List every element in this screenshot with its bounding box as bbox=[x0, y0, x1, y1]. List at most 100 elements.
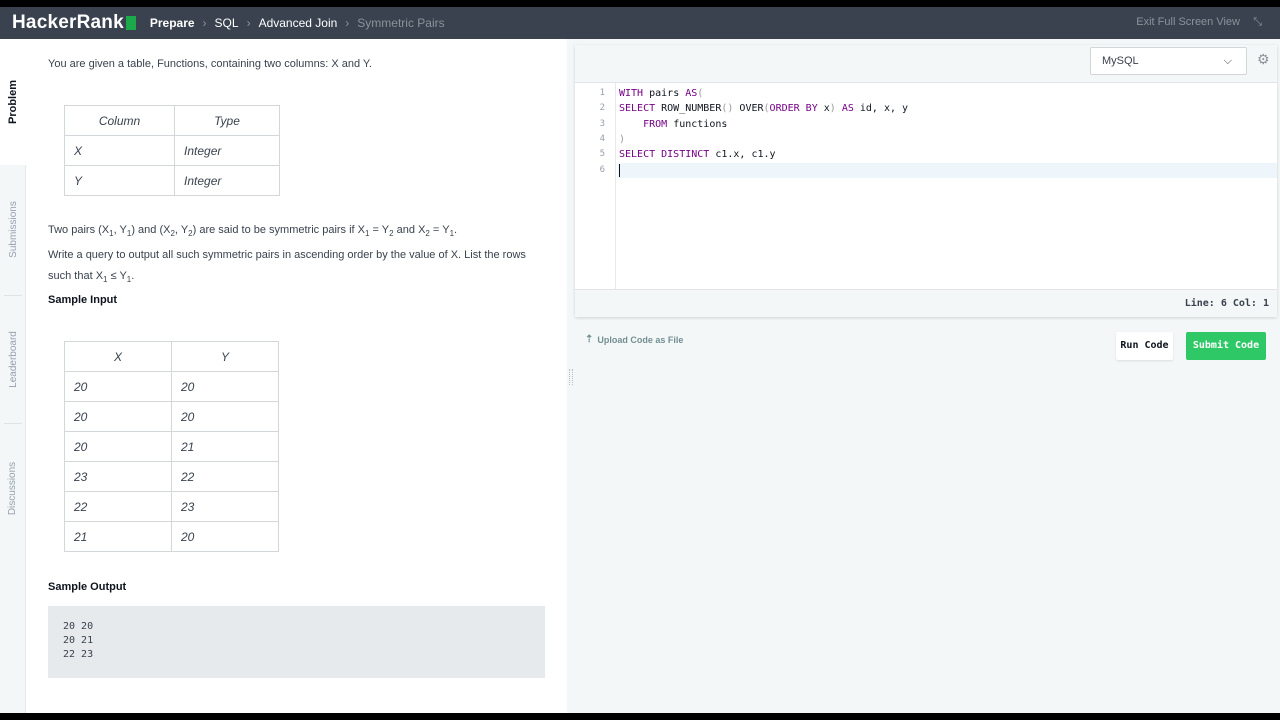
text-cursor bbox=[619, 163, 620, 177]
table-cell: 20 bbox=[171, 371, 279, 402]
submit-code-button[interactable]: Submit Code bbox=[1186, 332, 1266, 360]
cursor-position-status: Line: 6 Col: 1 bbox=[575, 289, 1277, 317]
text: , Y bbox=[174, 224, 189, 236]
table-cell: 22 bbox=[171, 461, 279, 492]
problem-intro: You are given a table, Functions, contai… bbox=[48, 58, 372, 70]
table-row: 20 20 bbox=[64, 371, 279, 402]
line-number: 2 bbox=[599, 103, 605, 113]
panel-splitter[interactable] bbox=[567, 39, 575, 713]
table-row: 22 23 bbox=[64, 491, 279, 522]
table-cell: 20 bbox=[64, 431, 172, 462]
chevron-right-icon: › bbox=[202, 16, 207, 30]
brand-name: HackerRank bbox=[12, 12, 124, 33]
problem-panel: Problem Submissions Leaderboard Discussi… bbox=[0, 39, 567, 713]
text: ≤ Y bbox=[107, 270, 127, 282]
line-number: 1 bbox=[599, 88, 605, 98]
line-number: 6 bbox=[599, 165, 605, 175]
table-cell: 21 bbox=[64, 521, 172, 552]
line-number: 3 bbox=[599, 119, 605, 129]
type-header: Type bbox=[174, 105, 280, 136]
tab-leaderboard[interactable]: Leaderboard bbox=[0, 295, 26, 423]
sample-output-heading: Sample Output bbox=[48, 581, 127, 593]
table-cell: 20 bbox=[171, 521, 279, 552]
table-header-row: X Y bbox=[64, 341, 279, 372]
text: = Y bbox=[429, 224, 450, 236]
table-cell: 20 bbox=[64, 371, 172, 402]
tab-discussions[interactable]: Discussions bbox=[0, 423, 26, 553]
symmetric-definition: Two pairs (X1, Y1) and (X2, Y2) are said… bbox=[48, 220, 457, 244]
output-line: 20 20 bbox=[63, 621, 94, 632]
code-line[interactable]: WITH pairs AS( bbox=[618, 86, 1277, 101]
code-line[interactable]: ) bbox=[618, 132, 1277, 147]
breadcrumb-sql[interactable]: SQL bbox=[215, 16, 239, 30]
table-row: Y Integer bbox=[64, 165, 280, 196]
text: , Y bbox=[113, 224, 127, 236]
text: Two pairs (X bbox=[48, 224, 110, 236]
column-header: Column bbox=[64, 105, 175, 136]
breadcrumb-advanced-join[interactable]: Advanced Join bbox=[259, 16, 338, 30]
table-cell: Integer bbox=[174, 135, 280, 166]
table-row: 20 21 bbox=[64, 431, 279, 462]
text: . bbox=[454, 224, 458, 236]
exit-fullscreen-button[interactable]: Exit Full Screen View bbox=[1136, 16, 1240, 28]
table-cell: 23 bbox=[64, 461, 172, 492]
table-row: 21 20 bbox=[64, 521, 279, 552]
table-cell: 20 bbox=[64, 401, 172, 432]
breadcrumb-current: Symmetric Pairs bbox=[357, 16, 445, 30]
table-header-row: Column Type bbox=[64, 105, 280, 136]
code-line[interactable]: SELECT DISTINCT c1.x, c1.y bbox=[618, 147, 1277, 162]
table-cell: 20 bbox=[171, 401, 279, 432]
vertical-tabs: Problem Submissions Leaderboard Discussi… bbox=[0, 39, 26, 713]
breadcrumb: Prepare › SQL › Advanced Join › Symmetri… bbox=[150, 16, 445, 30]
schema-table: Column Type X Integer Y Integer bbox=[64, 105, 280, 196]
tab-problem[interactable]: Problem bbox=[0, 39, 26, 165]
table-cell: 23 bbox=[171, 491, 279, 522]
table-cell: 21 bbox=[171, 431, 279, 462]
task-constraint: such that X1 ≤ Y1. bbox=[48, 266, 134, 290]
language-select[interactable]: MySQL ⌵ bbox=[1090, 47, 1247, 75]
table-row: 20 20 bbox=[64, 401, 279, 432]
code-line-active[interactable] bbox=[618, 163, 1277, 178]
editor-panel: MySQL ⌵ ⚙ 1 2 3 4 5 6 WITH pairs AS( SEL… bbox=[575, 39, 1280, 713]
upload-label: Upload Code as File bbox=[597, 334, 684, 345]
task-description: Write a query to output all such symmetr… bbox=[48, 249, 526, 261]
text: such that X bbox=[48, 270, 104, 282]
output-line: 22 23 bbox=[63, 649, 94, 660]
table-row: 23 22 bbox=[64, 461, 279, 492]
logo-block-icon bbox=[125, 16, 136, 30]
sample-output-box: 20 20 20 21 22 23 bbox=[48, 606, 545, 678]
table-cell: X bbox=[64, 135, 175, 166]
upload-code-button[interactable]: ⇡ Upload Code as File bbox=[585, 334, 683, 345]
table-cell: Y bbox=[64, 165, 175, 196]
text: ) are said to be symmetric pairs if X bbox=[192, 224, 366, 236]
text: . bbox=[131, 270, 135, 282]
y-header: Y bbox=[171, 341, 279, 372]
editor-toolbar: MySQL ⌵ ⚙ bbox=[575, 45, 1277, 83]
code-line[interactable]: SELECT ROW_NUMBER() OVER(ORDER BY x) AS … bbox=[618, 101, 1277, 116]
hackerrank-logo[interactable]: HackerRank bbox=[12, 12, 136, 34]
breadcrumb-prepare[interactable]: Prepare bbox=[150, 16, 195, 30]
tab-submissions[interactable]: Submissions bbox=[0, 165, 26, 293]
tab-label: Submissions bbox=[7, 200, 19, 258]
drag-handle-icon[interactable] bbox=[569, 369, 573, 385]
table-cell: 22 bbox=[64, 491, 172, 522]
line-number: 4 bbox=[599, 134, 605, 144]
upload-icon: ⇡ bbox=[585, 334, 594, 345]
x-header: X bbox=[64, 341, 172, 372]
sample-input-heading: Sample Input bbox=[48, 294, 118, 306]
output-line: 20 21 bbox=[63, 635, 94, 646]
text: and X bbox=[393, 224, 426, 236]
run-code-button[interactable]: Run Code bbox=[1116, 332, 1173, 360]
chevron-down-icon: ⌵ bbox=[1223, 55, 1232, 67]
code-line[interactable]: FROM functions bbox=[618, 117, 1277, 132]
gear-icon[interactable]: ⚙ bbox=[1257, 51, 1270, 68]
code-area[interactable]: WITH pairs AS( SELECT ROW_NUMBER() OVER(… bbox=[618, 83, 1277, 289]
text: = Y bbox=[369, 224, 390, 236]
text: ) and (X bbox=[131, 224, 171, 236]
top-navbar: HackerRank Prepare › SQL › Advanced Join… bbox=[0, 7, 1280, 39]
collapse-icon[interactable]: ⤡ bbox=[1253, 16, 1262, 29]
chevron-right-icon: › bbox=[246, 16, 251, 30]
table-cell: Integer bbox=[174, 165, 280, 196]
tab-label: Problem bbox=[7, 79, 20, 125]
line-number-gutter: 1 2 3 4 5 6 bbox=[575, 83, 616, 289]
